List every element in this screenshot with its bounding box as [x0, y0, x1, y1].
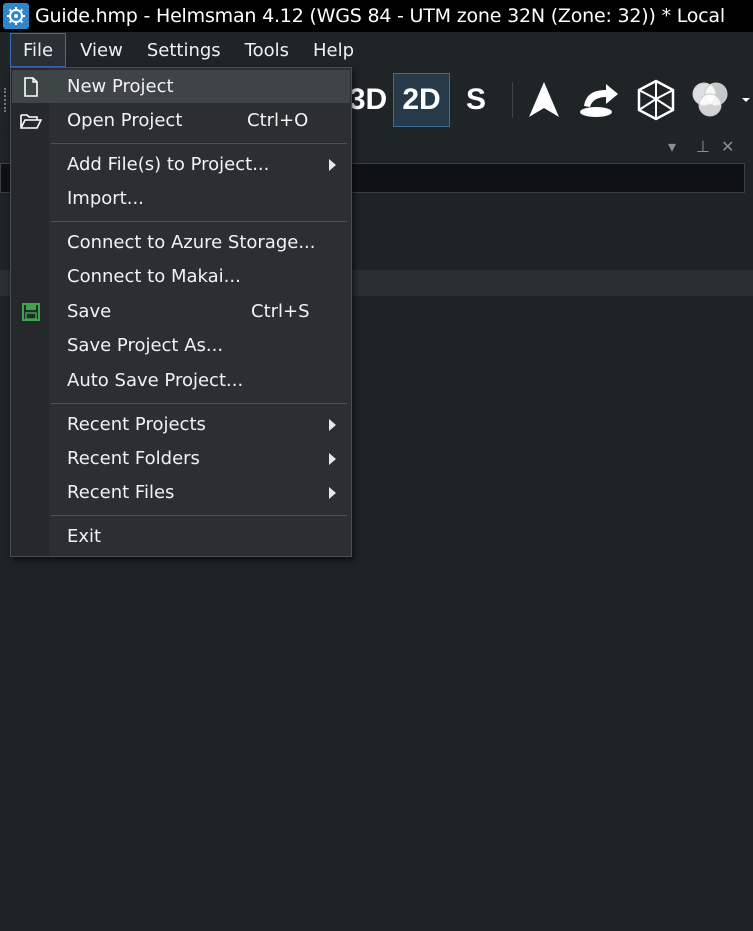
menu-separator: [51, 221, 347, 222]
view-2d-button[interactable]: 2D: [393, 73, 450, 127]
pin-icon[interactable]: ⊥: [696, 137, 710, 156]
menu-item-label: Recent Projects: [67, 414, 206, 435]
menu-view[interactable]: View: [66, 33, 135, 67]
menu-help[interactable]: Help: [301, 33, 366, 67]
menu-item-shortcut: Ctrl+O: [247, 110, 309, 131]
window-title: Guide.hmp - Helmsman 4.12 (WGS 84 - UTM …: [35, 5, 725, 27]
menu-settings[interactable]: Settings: [135, 33, 233, 67]
menu-item-label: Connect to Makai...: [67, 266, 241, 287]
helmsman-app-icon[interactable]: [3, 3, 29, 29]
menu-item-save-project-as[interactable]: Save Project As...: [12, 329, 350, 362]
submenu-arrow-icon: [329, 419, 336, 431]
file-menu-dropdown: New Project Open Project Ctrl+O Add File…: [10, 67, 352, 557]
menu-item-label: New Project: [67, 76, 174, 97]
open-folder-icon: [20, 110, 42, 132]
menu-item-label: Add File(s) to Project...: [67, 154, 270, 175]
toolbar-grip[interactable]: [4, 88, 7, 112]
menu-item-recent-files[interactable]: Recent Files: [12, 476, 350, 509]
menu-item-connect-azure[interactable]: Connect to Azure Storage...: [12, 226, 350, 259]
menu-item-add-files[interactable]: Add File(s) to Project...: [12, 148, 350, 181]
toolbar-separator: [512, 82, 513, 118]
close-icon[interactable]: ✕: [721, 137, 734, 156]
navigation-arrow-icon[interactable]: [522, 73, 566, 127]
menu-item-exit[interactable]: Exit: [12, 520, 350, 553]
color-circles-icon[interactable]: [686, 73, 734, 127]
menu-item-label: Open Project: [67, 110, 183, 131]
menu-file[interactable]: File: [10, 33, 67, 67]
menu-item-label: Recent Folders: [67, 448, 200, 469]
save-disk-icon: [20, 301, 42, 323]
menu-tools[interactable]: Tools: [233, 33, 301, 67]
menu-item-recent-projects[interactable]: Recent Projects: [12, 408, 350, 441]
title-bar: Guide.hmp - Helmsman 4.12 (WGS 84 - UTM …: [0, 0, 753, 32]
view-s-button[interactable]: S: [454, 73, 498, 127]
menu-separator: [51, 515, 347, 516]
import-layer-icon[interactable]: [574, 73, 624, 127]
menu-item-label: Recent Files: [67, 482, 175, 503]
menu-item-open-project[interactable]: Open Project Ctrl+O: [12, 104, 350, 137]
menu-item-label: Save Project As...: [67, 335, 224, 356]
overflow-chevron-icon[interactable]: [738, 73, 753, 127]
menu-item-label: Auto Save Project...: [67, 370, 244, 391]
menu-item-connect-makai[interactable]: Connect to Makai...: [12, 260, 350, 293]
menu-bar: File View Settings Tools Help: [0, 32, 753, 68]
menu-item-new-project[interactable]: New Project: [12, 70, 350, 103]
submenu-arrow-icon: [329, 453, 336, 465]
menu-separator: [51, 403, 347, 404]
submenu-arrow-icon: [329, 159, 336, 171]
menu-item-import[interactable]: Import...: [12, 182, 350, 215]
menu-item-label: Save: [67, 301, 112, 322]
menu-item-auto-save-project[interactable]: Auto Save Project...: [12, 364, 350, 397]
menu-item-save[interactable]: Save Ctrl+S: [12, 295, 350, 328]
submenu-arrow-icon: [329, 487, 336, 499]
menu-item-label: Connect to Azure Storage...: [67, 232, 316, 253]
menu-item-label: Import...: [67, 188, 144, 209]
wireframe-cube-icon[interactable]: [632, 73, 680, 127]
menu-item-shortcut: Ctrl+S: [251, 301, 310, 322]
menu-separator: [51, 143, 347, 144]
new-document-icon: [20, 76, 42, 98]
menu-item-recent-folders[interactable]: Recent Folders: [12, 442, 350, 475]
menu-item-label: Exit: [67, 526, 102, 547]
panel-dropdown-icon[interactable]: ▾: [668, 137, 676, 156]
